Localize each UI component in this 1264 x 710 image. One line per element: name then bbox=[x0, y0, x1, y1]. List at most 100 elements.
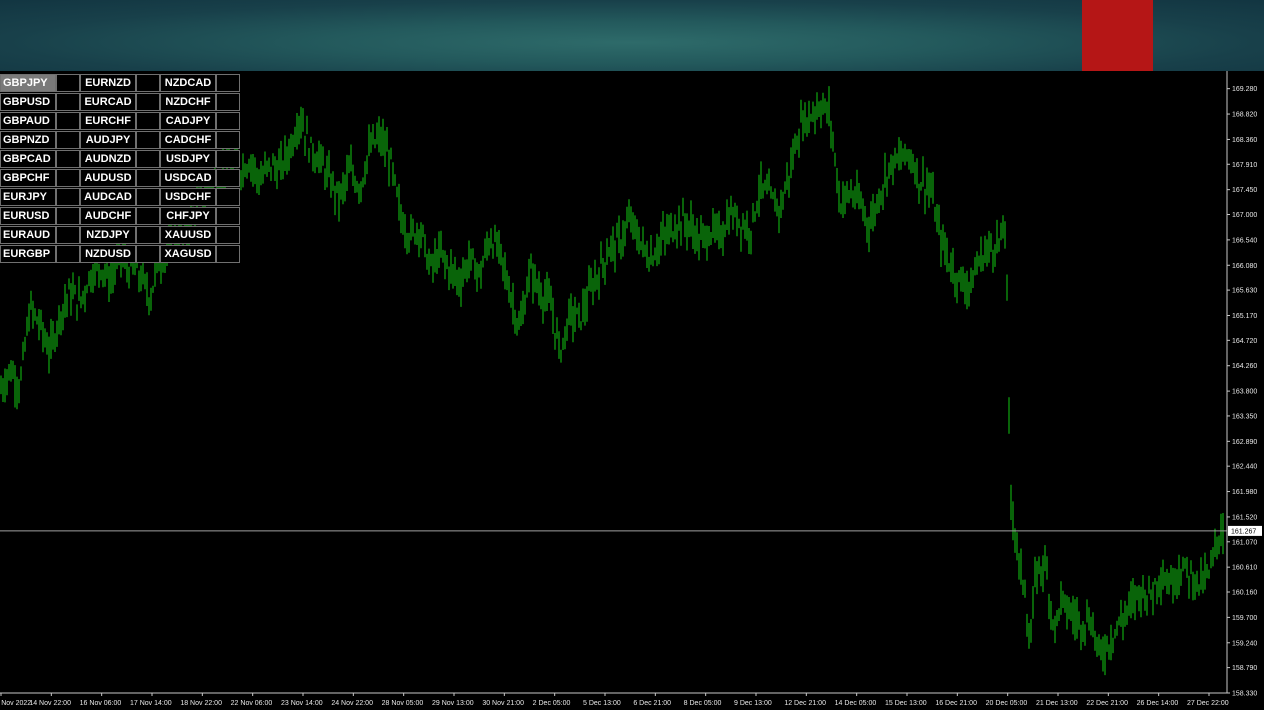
symbol-spacer bbox=[56, 74, 80, 92]
time-tick-label: 16 Dec 21:00 bbox=[935, 700, 977, 707]
time-tick-label: 14 Dec 05:00 bbox=[835, 700, 877, 707]
symbol-row: EURGBP NZDUSD XAGUSD bbox=[0, 245, 240, 264]
symbol-button-usdchf[interactable]: USDCHF bbox=[160, 188, 216, 206]
symbol-button-gbpnzd[interactable]: GBPNZD bbox=[0, 131, 56, 149]
symbol-spacer bbox=[136, 131, 160, 149]
symbol-row: GBPJPY EURNZD NZDCAD bbox=[0, 74, 240, 93]
symbol-row: GBPNZD AUDJPY CADCHF bbox=[0, 131, 240, 150]
symbol-button-audcad[interactable]: AUDCAD bbox=[80, 188, 136, 206]
symbol-row: GBPAUD EURCHF CADJPY bbox=[0, 112, 240, 131]
symbol-button-eurjpy[interactable]: EURJPY bbox=[0, 188, 56, 206]
symbol-button-gbpaud[interactable]: GBPAUD bbox=[0, 112, 56, 130]
symbol-button-gbpjpy[interactable]: GBPJPY bbox=[0, 74, 56, 92]
symbol-button-audusd[interactable]: AUDUSD bbox=[80, 169, 136, 187]
symbol-button-nzdchf[interactable]: NZDCHF bbox=[160, 93, 216, 111]
symbol-panel: GBPJPY EURNZD NZDCAD GBPUSD EURCAD NZDCHF GBPA… bbox=[0, 74, 240, 264]
symbol-button-xauusd[interactable]: XAUUSD bbox=[160, 226, 216, 244]
time-tick-label: 22 Dec 21:00 bbox=[1086, 700, 1128, 707]
price-tick-label: 160.610 bbox=[1232, 565, 1257, 572]
symbol-spacer bbox=[216, 150, 240, 168]
time-tick-label: 21 Dec 13:00 bbox=[1036, 700, 1078, 707]
symbol-button-gbpchf[interactable]: GBPCHF bbox=[0, 169, 56, 187]
symbol-button-nzdusd[interactable]: NZDUSD bbox=[80, 245, 136, 263]
top-banner bbox=[0, 0, 1264, 71]
price-tick-label: 167.000 bbox=[1232, 212, 1257, 219]
current-price-tag-label: 161.267 bbox=[1231, 528, 1256, 535]
time-tick-label: 16 Nov 06:00 bbox=[80, 700, 122, 707]
symbol-button-usdcad[interactable]: USDCAD bbox=[160, 169, 216, 187]
symbol-spacer bbox=[216, 188, 240, 206]
time-tick-label: 27 Dec 22:00 bbox=[1187, 700, 1229, 707]
price-tick-label: 166.080 bbox=[1232, 263, 1257, 270]
symbol-button-euraud[interactable]: EURAUD bbox=[0, 226, 56, 244]
symbol-spacer bbox=[136, 188, 160, 206]
price-tick-label: 166.540 bbox=[1232, 237, 1257, 244]
price-tick-label: 167.450 bbox=[1232, 187, 1257, 194]
price-tick-label: 167.910 bbox=[1232, 162, 1257, 169]
symbol-spacer bbox=[56, 207, 80, 225]
price-tick-label: 164.720 bbox=[1232, 338, 1257, 345]
price-tick-label: 158.790 bbox=[1232, 665, 1257, 672]
symbol-row: EURUSD AUDCHF CHFJPY bbox=[0, 207, 240, 226]
symbol-button-nzdcad[interactable]: NZDCAD bbox=[160, 74, 216, 92]
price-tick-label: 169.280 bbox=[1232, 86, 1257, 93]
symbol-button-audnzd[interactable]: AUDNZD bbox=[80, 150, 136, 168]
symbol-spacer bbox=[136, 207, 160, 225]
symbol-button-xagusd[interactable]: XAGUSD bbox=[160, 245, 216, 263]
price-tick-label: 161.070 bbox=[1232, 539, 1257, 546]
time-tick-label: 12 Dec 21:00 bbox=[784, 700, 826, 707]
symbol-button-cadchf[interactable]: CADCHF bbox=[160, 131, 216, 149]
symbol-button-audjpy[interactable]: AUDJPY bbox=[80, 131, 136, 149]
price-tick-label: 158.330 bbox=[1232, 691, 1257, 698]
price-tick-label: 162.440 bbox=[1232, 464, 1257, 471]
symbol-row: GBPUSD EURCAD NZDCHF bbox=[0, 93, 240, 112]
time-tick-label: 17 Nov 14:00 bbox=[130, 700, 172, 707]
price-tick-label: 164.260 bbox=[1232, 363, 1257, 370]
symbol-button-chfjpy[interactable]: CHFJPY bbox=[160, 207, 216, 225]
time-tick-label: 18 Nov 22:00 bbox=[180, 700, 222, 707]
symbol-spacer bbox=[216, 131, 240, 149]
symbol-spacer bbox=[136, 169, 160, 187]
symbol-button-eurgbp[interactable]: EURGBP bbox=[0, 245, 56, 263]
time-tick-label: 14 Nov 22:00 bbox=[29, 700, 71, 707]
symbol-button-cadjpy[interactable]: CADJPY bbox=[160, 112, 216, 130]
price-tick-label: 161.980 bbox=[1232, 489, 1257, 496]
symbol-button-gbpcad[interactable]: GBPCAD bbox=[0, 150, 56, 168]
symbol-spacer bbox=[56, 226, 80, 244]
price-tick-label: 163.350 bbox=[1232, 413, 1257, 420]
symbol-row: EURJPY AUDCAD USDCHF bbox=[0, 188, 240, 207]
symbol-button-audchf[interactable]: AUDCHF bbox=[80, 207, 136, 225]
price-tick-label: 165.170 bbox=[1232, 313, 1257, 320]
symbol-spacer bbox=[216, 207, 240, 225]
symbol-row: GBPCAD AUDNZD USDJPY bbox=[0, 150, 240, 169]
price-tick-label: 165.630 bbox=[1232, 288, 1257, 295]
symbol-spacer bbox=[56, 169, 80, 187]
symbol-spacer bbox=[216, 93, 240, 111]
price-tick-label: 168.360 bbox=[1232, 137, 1257, 144]
symbol-button-eurchf[interactable]: EURCHF bbox=[80, 112, 136, 130]
symbol-spacer bbox=[136, 245, 160, 263]
time-tick-label: 6 Dec 21:00 bbox=[633, 700, 671, 707]
symbol-spacer bbox=[136, 74, 160, 92]
symbol-spacer bbox=[56, 245, 80, 263]
symbol-button-nzdjpy[interactable]: NZDJPY bbox=[80, 226, 136, 244]
symbol-button-eurnzd[interactable]: EURNZD bbox=[80, 74, 136, 92]
symbol-spacer bbox=[136, 93, 160, 111]
symbol-button-eurusd[interactable]: EURUSD bbox=[0, 207, 56, 225]
price-tick-label: 163.800 bbox=[1232, 389, 1257, 396]
symbol-spacer bbox=[216, 245, 240, 263]
symbol-row: GBPCHF AUDUSD USDCAD bbox=[0, 169, 240, 188]
symbol-button-usdjpy[interactable]: USDJPY bbox=[160, 150, 216, 168]
time-tick-label: 20 Dec 05:00 bbox=[986, 700, 1028, 707]
symbol-spacer bbox=[136, 150, 160, 168]
time-tick-label: 29 Nov 13:00 bbox=[432, 700, 474, 707]
close-button[interactable] bbox=[1082, 0, 1153, 71]
time-tick-label: 30 Nov 21:00 bbox=[482, 700, 524, 707]
price-tick-label: 162.890 bbox=[1232, 439, 1257, 446]
time-tick-label: 26 Dec 14:00 bbox=[1137, 700, 1179, 707]
symbol-button-gbpusd[interactable]: GBPUSD bbox=[0, 93, 56, 111]
symbol-spacer bbox=[216, 74, 240, 92]
symbol-spacer bbox=[216, 226, 240, 244]
price-tick-label: 160.160 bbox=[1232, 590, 1257, 597]
symbol-button-eurcad[interactable]: EURCAD bbox=[80, 93, 136, 111]
